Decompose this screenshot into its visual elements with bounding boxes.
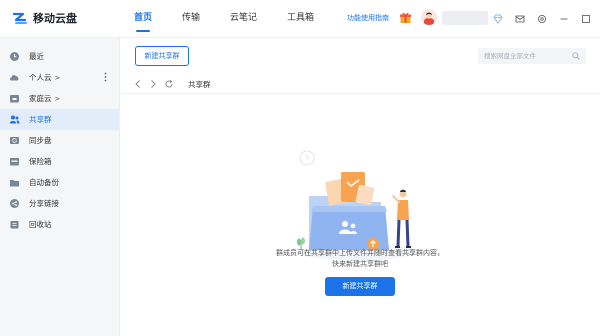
clock-icon [9, 51, 20, 62]
chevron-right-icon: > [54, 94, 61, 103]
user-avatar-icon [421, 9, 437, 25]
sidebar: 最近 个人云 > 家庭云 > 共享群 同步盘 保险箱 自动备份 分享链接 回收站 [0, 38, 120, 336]
main-nav: 首页 传输 云笔记 工具箱 [134, 0, 344, 38]
tab-cloud-notes[interactable]: 云笔记 [230, 0, 257, 38]
share-icon [9, 198, 20, 209]
search-input[interactable]: 搜索网盘全部文件 [478, 48, 586, 64]
empty-shared-group-illustration [297, 150, 417, 260]
sidebar-item-label: 家庭云 [29, 94, 52, 103]
sidebar-item-auto-backup[interactable]: 自动备份 [0, 172, 119, 193]
folder-backup-icon [9, 177, 20, 188]
home-box-icon [9, 93, 20, 104]
minimize-icon[interactable] [558, 13, 569, 24]
maximize-icon[interactable] [580, 13, 591, 24]
more-vertical-icon[interactable] [104, 72, 107, 82]
avatar[interactable] [421, 9, 437, 25]
sidebar-item-label: 个人云 [29, 73, 52, 82]
recycle-bin-icon [9, 219, 20, 230]
sidebar-item-safe[interactable]: 保险箱 [0, 151, 119, 172]
back-arrow-icon[interactable] [133, 78, 143, 90]
sidebar-item-recent[interactable]: 最近 [0, 46, 119, 67]
chevron-right-icon: > [54, 73, 61, 82]
sidebar-item-label: 回收站 [29, 220, 52, 229]
safe-icon [9, 156, 20, 167]
cloud-logo-icon [12, 12, 27, 24]
sidebar-item-personal-cloud[interactable]: 个人云 > [0, 67, 119, 88]
gift-icon[interactable] [399, 11, 412, 24]
breadcrumb: 共享群 [121, 74, 600, 94]
search-icon[interactable] [572, 52, 580, 60]
empty-state-message: 群成员可在共享群中上传文件并随时查看共享群内容，快来新建共享群吧 [276, 249, 444, 268]
app-logo[interactable]: 移动云盘 [12, 10, 77, 26]
app-name: 移动云盘 [33, 12, 77, 25]
sidebar-item-label: 最近 [29, 52, 44, 61]
sidebar-item-sync-drive[interactable]: 同步盘 [0, 130, 119, 151]
settings-icon[interactable] [536, 13, 547, 24]
new-shared-group-button[interactable]: 新建共享群 [135, 46, 189, 66]
sidebar-item-label: 同步盘 [29, 136, 52, 145]
tab-transfer[interactable]: 传输 [182, 0, 200, 38]
group-icon [9, 114, 20, 125]
sidebar-item-label: 自动备份 [29, 178, 59, 187]
main-content: 新建共享群 搜索网盘全部文件 共享群 群成员可在共享群中上传文件并随时查看共享群… [121, 38, 600, 336]
sidebar-item-label: 保险箱 [29, 157, 52, 166]
create-shared-group-button[interactable]: 新建共享群 [325, 277, 395, 296]
cloud-icon [9, 72, 20, 83]
breadcrumb-current: 共享群 [188, 80, 211, 89]
top-bar: 移动云盘 首页 传输 云笔记 工具箱 功能使用指南 [0, 0, 600, 38]
sidebar-item-recycle-bin[interactable]: 回收站 [0, 214, 119, 235]
feature-guide-link[interactable]: 功能使用指南 [347, 13, 389, 23]
sidebar-item-label: 分享链接 [29, 199, 59, 208]
sidebar-item-family-cloud[interactable]: 家庭云 > [0, 88, 119, 109]
tab-toolbox[interactable]: 工具箱 [287, 0, 314, 38]
tab-home[interactable]: 首页 [134, 0, 152, 38]
sync-drive-icon [9, 135, 20, 146]
sidebar-item-shared-group[interactable]: 共享群 [0, 109, 119, 130]
forward-arrow-icon[interactable] [148, 78, 158, 90]
header-icons [492, 13, 600, 24]
mail-icon[interactable] [514, 13, 525, 24]
sidebar-item-share-links[interactable]: 分享链接 [0, 193, 119, 214]
diamond-vip-icon[interactable] [492, 13, 503, 24]
sidebar-item-label: 共享群 [29, 115, 52, 124]
username-redacted [442, 11, 488, 25]
search-placeholder: 搜索网盘全部文件 [484, 52, 536, 60]
refresh-icon[interactable] [164, 78, 174, 90]
